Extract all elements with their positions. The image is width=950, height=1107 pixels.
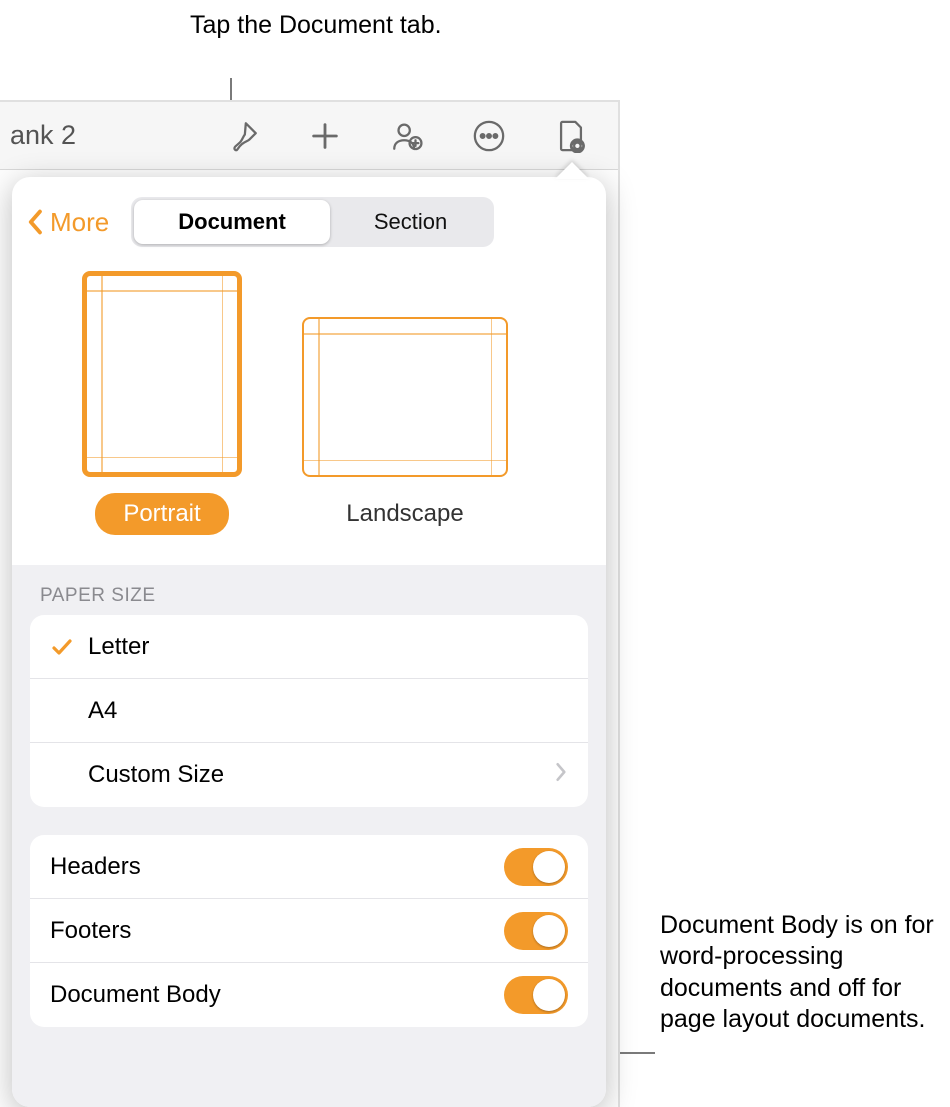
callout-right: Document Body is on for word-processing … <box>660 910 940 1035</box>
toolbar-buttons <box>226 119 588 153</box>
paper-size-card: Letter A4 Custom Size <box>30 615 588 807</box>
footers-switch[interactable] <box>504 912 568 950</box>
paper-size-letter[interactable]: Letter <box>30 615 588 679</box>
toggle-document-body-label: Document Body <box>50 981 504 1009</box>
paper-size-custom[interactable]: Custom Size <box>30 743 588 807</box>
popover-header: More Document Section <box>12 177 606 257</box>
document-body-switch[interactable] <box>504 976 568 1014</box>
orientation-portrait-label: Portrait <box>95 493 228 535</box>
paper-size-a4-label: A4 <box>88 697 568 725</box>
paper-size-header: PAPER SIZE <box>40 585 578 607</box>
settings-area: PAPER SIZE Letter A4 Custom Size <box>12 565 606 1107</box>
more-icon[interactable] <box>472 119 506 153</box>
checkmark-icon <box>50 635 88 659</box>
paper-size-custom-label: Custom Size <box>88 761 554 789</box>
tab-segmented-control: Document Section <box>131 197 494 247</box>
tab-document[interactable]: Document <box>134 200 330 244</box>
back-button[interactable]: More <box>26 207 109 238</box>
toggle-footers-label: Footers <box>50 917 504 945</box>
toggle-headers-label: Headers <box>50 853 504 881</box>
document-title: ank 2 <box>10 120 76 151</box>
orientation-row: Portrait Landscape <box>12 257 606 565</box>
collaborate-icon[interactable] <box>390 119 424 153</box>
callout-top: Tap the Document tab. <box>190 10 570 41</box>
chevron-right-icon <box>554 761 568 790</box>
orientation-portrait[interactable]: Portrait <box>82 271 242 535</box>
orientation-landscape[interactable]: Landscape <box>302 317 508 535</box>
document-options-popover: More Document Section Portrait Landscape <box>12 177 606 1107</box>
portrait-thumb <box>82 271 242 477</box>
app-screenshot: ank 2 <box>0 100 620 1107</box>
view-options-icon[interactable] <box>554 119 588 153</box>
headers-switch[interactable] <box>504 848 568 886</box>
toggle-footers[interactable]: Footers <box>30 899 588 963</box>
tab-section[interactable]: Section <box>330 200 491 244</box>
paper-size-letter-label: Letter <box>88 633 568 661</box>
orientation-landscape-label: Landscape <box>318 493 491 535</box>
paper-size-a4[interactable]: A4 <box>30 679 588 743</box>
add-icon[interactable] <box>308 119 342 153</box>
toggle-document-body[interactable]: Document Body <box>30 963 588 1027</box>
popover-arrow <box>555 162 589 179</box>
toolbar: ank 2 <box>0 102 618 170</box>
back-label: More <box>50 207 109 238</box>
landscape-thumb <box>302 317 508 477</box>
toggles-card: Headers Footers Document Body <box>30 835 588 1027</box>
format-brush-icon[interactable] <box>226 119 260 153</box>
toggle-headers[interactable]: Headers <box>30 835 588 899</box>
